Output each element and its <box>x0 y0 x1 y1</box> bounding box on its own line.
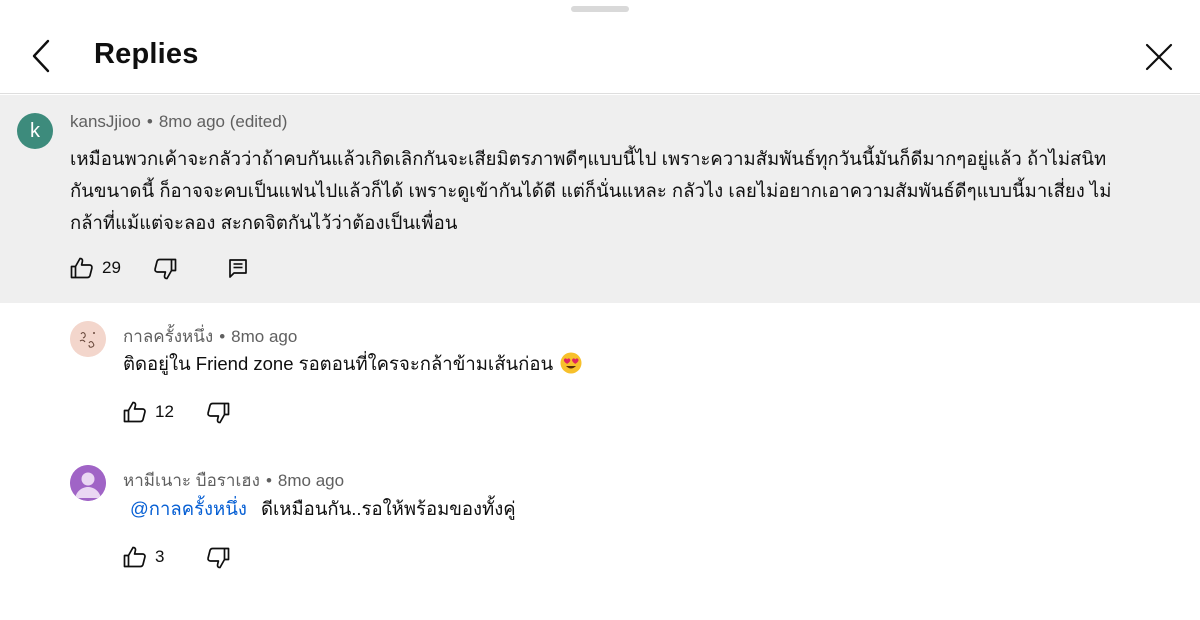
chevron-left-icon <box>32 39 50 73</box>
reply-time[interactable]: 8mo ago <box>231 327 297 346</box>
comment-text: เหมือนพวกเค้าจะกลัวว่าถ้าคบกันแล้วเกิดเล… <box>70 143 1111 239</box>
handwriting-avatar-icon <box>70 321 106 357</box>
like-button[interactable]: 3 <box>123 546 164 568</box>
like-button[interactable]: 29 <box>70 257 121 279</box>
thumbs-up-icon <box>70 257 93 279</box>
avatar[interactable]: k <box>17 113 53 149</box>
comment-icon <box>229 259 247 278</box>
comment-meta: kansJjioo • 8mo ago (edited) <box>70 112 287 132</box>
like-count: 12 <box>155 402 174 421</box>
avatar[interactable] <box>70 465 106 501</box>
close-icon <box>1145 43 1173 71</box>
thumbs-up-icon <box>123 401 146 423</box>
dislike-button[interactable] <box>206 402 230 424</box>
meta-separator: • <box>146 112 153 131</box>
reply-text-content: ติดอยู่ใน Friend zone รอตอนที่ใครจะกล้าข… <box>123 353 554 374</box>
meta-separator: • <box>219 327 226 346</box>
back-button[interactable] <box>22 36 60 76</box>
comment-text-line: กล้าที่แม้แต่จะลอง สะกดจิตกันไว้ว่าต้องเ… <box>70 212 458 233</box>
reply-author[interactable]: กาลครั้งหนึ่ง <box>123 327 213 346</box>
dislike-button[interactable] <box>153 258 177 280</box>
like-count: 3 <box>155 547 165 566</box>
thumbs-down-icon <box>207 402 230 424</box>
avatar-letter: k <box>30 119 40 142</box>
default-user-icon <box>70 465 106 501</box>
reply-time[interactable]: 8mo ago <box>278 471 344 490</box>
reply-text: ติดอยู่ใน Friend zone รอตอนที่ใครจะกล้าข… <box>123 348 582 380</box>
comment-time[interactable]: 8mo ago (edited) <box>159 112 288 131</box>
close-button[interactable] <box>1139 37 1179 77</box>
like-button[interactable]: 12 <box>123 401 174 423</box>
mention-link[interactable]: @กาลครั้งหนึ่ง <box>130 498 247 519</box>
thumbs-down-icon <box>154 258 177 280</box>
page-title: Replies <box>94 38 199 70</box>
thumbs-up-icon <box>123 546 146 568</box>
dislike-button[interactable] <box>206 547 230 569</box>
reply-text: @กาลครั้งหนึ่ง ดีเหมือนกัน..รอให้พร้อมของ… <box>130 493 516 525</box>
heart-eyes-emoji-icon <box>560 352 582 374</box>
reply-meta: หามีเนาะ บือราเฮง • 8mo ago <box>123 467 344 494</box>
thumbs-down-icon <box>207 547 230 569</box>
comment-text-line: กันขนาดนี้ ก็อาจจะคบเป็นแฟนไปแล้วก็ได้ เ… <box>70 180 1112 201</box>
reply-meta: กาลครั้งหนึ่ง • 8mo ago <box>123 323 297 350</box>
comment-text-line: เหมือนพวกเค้าจะกลัวว่าถ้าคบกันแล้วเกิดเล… <box>70 148 1107 169</box>
reply-author[interactable]: หามีเนาะ บือราเฮง <box>123 471 260 490</box>
comment-author[interactable]: kansJjioo <box>70 112 141 131</box>
reply-button[interactable] <box>228 258 248 280</box>
reply-text-content: ดีเหมือนกัน..รอให้พร้อมของทั้งคู่ <box>260 498 516 519</box>
avatar[interactable] <box>70 321 106 357</box>
like-count: 29 <box>102 258 121 277</box>
meta-separator: • <box>265 471 272 490</box>
replies-header: Replies <box>0 0 1200 94</box>
